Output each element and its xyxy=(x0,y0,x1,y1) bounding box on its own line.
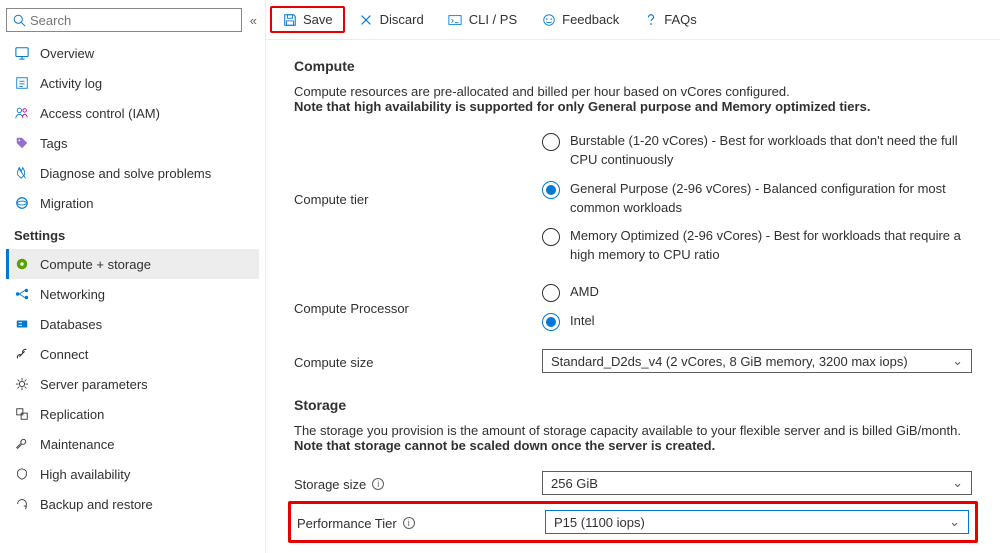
maintenance-icon xyxy=(14,436,30,452)
storage-size-label: Storage size i xyxy=(294,471,542,495)
feedback-button[interactable]: Feedback xyxy=(531,8,629,31)
replication-icon xyxy=(14,406,30,422)
radio-selected-icon xyxy=(542,181,560,199)
performance-tier-highlight: Performance Tier i P15 (1100 iops) ⌄ xyxy=(288,501,978,543)
compute-processor-intel[interactable]: Intel xyxy=(542,312,972,331)
server-parameters-icon xyxy=(14,376,30,392)
radio-unselected-icon xyxy=(542,133,560,151)
sidebar-item-label: Diagnose and solve problems xyxy=(40,166,211,181)
discard-label: Discard xyxy=(380,12,424,27)
sidebar-item-high-availability[interactable]: High availability xyxy=(6,459,259,489)
discard-icon xyxy=(359,12,374,27)
search-icon xyxy=(13,14,26,27)
compute-tier-burstable[interactable]: Burstable (1-20 vCores) - Best for workl… xyxy=(542,132,972,170)
compute-tier-memory-optimized[interactable]: Memory Optimized (2-96 vCores) - Best fo… xyxy=(542,227,972,265)
compute-size-label: Compute size xyxy=(294,349,542,373)
sidebar-item-label: Tags xyxy=(40,136,67,151)
high-availability-icon xyxy=(14,466,30,482)
feedback-icon xyxy=(541,12,556,27)
cli-label: CLI / PS xyxy=(469,12,517,27)
collapse-sidebar-button[interactable]: « xyxy=(248,11,259,30)
migration-icon xyxy=(14,195,30,211)
compute-tier-general-purpose[interactable]: General Purpose (2-96 vCores) - Balanced… xyxy=(542,180,972,218)
search-box[interactable] xyxy=(6,8,242,32)
faqs-label: FAQs xyxy=(664,12,697,27)
backup-restore-icon xyxy=(14,496,30,512)
compute-description: Compute resources are pre-allocated and … xyxy=(294,84,972,114)
settings-header: Settings xyxy=(6,218,259,249)
sidebar-item-label: Backup and restore xyxy=(40,497,153,512)
sidebar-item-label: Overview xyxy=(40,46,94,61)
performance-tier-label: Performance Tier i xyxy=(297,510,545,534)
sidebar-item-label: Compute + storage xyxy=(40,257,151,272)
faqs-icon xyxy=(643,12,658,27)
sidebar-item-backup-restore[interactable]: Backup and restore xyxy=(6,489,259,519)
toolbar: Save Discard CLI / PS Feedback FAQs xyxy=(266,0,1000,40)
sidebar-item-networking[interactable]: Networking xyxy=(6,279,259,309)
sidebar-item-label: Replication xyxy=(40,407,104,422)
sidebar-item-tags[interactable]: Tags xyxy=(6,128,259,158)
access-control-icon xyxy=(14,105,30,121)
discard-button[interactable]: Discard xyxy=(349,8,434,31)
sidebar-item-label: Activity log xyxy=(40,76,102,91)
overview-icon xyxy=(14,45,30,61)
sidebar-item-replication[interactable]: Replication xyxy=(6,399,259,429)
diagnose-icon xyxy=(14,165,30,181)
radio-unselected-icon xyxy=(542,284,560,302)
cli-button[interactable]: CLI / PS xyxy=(438,8,527,31)
sidebar-item-label: Server parameters xyxy=(40,377,148,392)
compute-size-dropdown[interactable]: Standard_D2ds_v4 (2 vCores, 8 GiB memory… xyxy=(542,349,972,373)
storage-description: The storage you provision is the amount … xyxy=(294,423,972,453)
sidebar: « Overview Activity log Access control (… xyxy=(0,0,266,553)
sidebar-item-label: Maintenance xyxy=(40,437,114,452)
chevron-down-icon: ⌄ xyxy=(952,475,963,491)
sidebar-item-label: Databases xyxy=(40,317,102,332)
info-icon[interactable]: i xyxy=(372,478,384,490)
save-label: Save xyxy=(303,12,333,27)
performance-tier-dropdown[interactable]: P15 (1100 iops) ⌄ xyxy=(545,510,969,534)
databases-icon xyxy=(14,316,30,332)
feedback-label: Feedback xyxy=(562,12,619,27)
chevron-down-icon: ⌄ xyxy=(949,514,960,530)
sidebar-item-label: Access control (IAM) xyxy=(40,106,160,121)
sidebar-item-overview[interactable]: Overview xyxy=(6,38,259,68)
cli-icon xyxy=(448,12,463,27)
sidebar-item-label: Networking xyxy=(40,287,105,302)
storage-heading: Storage xyxy=(294,397,972,413)
sidebar-item-connect[interactable]: Connect xyxy=(6,339,259,369)
compute-processor-label: Compute Processor xyxy=(294,283,542,331)
sidebar-item-label: Migration xyxy=(40,196,93,211)
compute-tier-label: Compute tier xyxy=(294,132,542,265)
sidebar-item-access-control[interactable]: Access control (IAM) xyxy=(6,98,259,128)
sidebar-item-diagnose[interactable]: Diagnose and solve problems xyxy=(6,158,259,188)
networking-icon xyxy=(14,286,30,302)
save-button[interactable]: Save xyxy=(270,6,345,33)
connect-icon xyxy=(14,346,30,362)
search-input[interactable] xyxy=(30,13,235,28)
info-icon[interactable]: i xyxy=(403,517,415,529)
save-icon xyxy=(282,12,297,27)
sidebar-item-label: High availability xyxy=(40,467,130,482)
compute-storage-icon xyxy=(14,256,30,272)
radio-selected-icon xyxy=(542,313,560,331)
sidebar-item-databases[interactable]: Databases xyxy=(6,309,259,339)
compute-heading: Compute xyxy=(294,58,972,74)
faqs-button[interactable]: FAQs xyxy=(633,8,707,31)
sidebar-item-compute-storage[interactable]: Compute + storage xyxy=(6,249,259,279)
activity-log-icon xyxy=(14,75,30,91)
sidebar-item-migration[interactable]: Migration xyxy=(6,188,259,218)
sidebar-item-activity-log[interactable]: Activity log xyxy=(6,68,259,98)
compute-processor-amd[interactable]: AMD xyxy=(542,283,972,302)
tags-icon xyxy=(14,135,30,151)
storage-size-dropdown[interactable]: 256 GiB ⌄ xyxy=(542,471,972,495)
sidebar-item-server-parameters[interactable]: Server parameters xyxy=(6,369,259,399)
sidebar-item-maintenance[interactable]: Maintenance xyxy=(6,429,259,459)
main-content: Save Discard CLI / PS Feedback FAQs Comp… xyxy=(266,0,1000,553)
sidebar-item-label: Connect xyxy=(40,347,88,362)
radio-unselected-icon xyxy=(542,228,560,246)
chevron-down-icon: ⌄ xyxy=(952,353,963,369)
